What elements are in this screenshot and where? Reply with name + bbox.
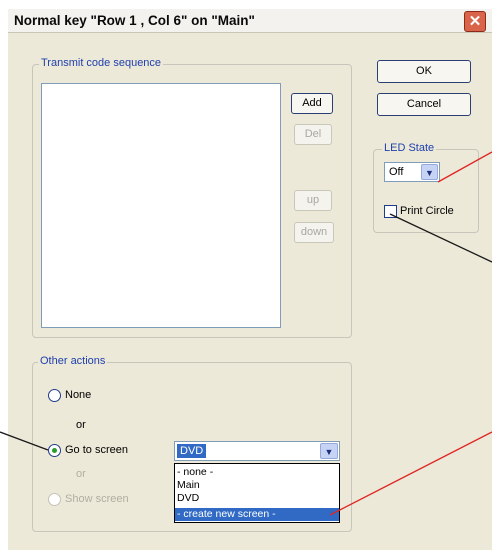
annotation-line-print-circle (389, 213, 492, 263)
annotation-line-led-dropdown (437, 151, 492, 183)
annotation-line-create-new-screen (329, 431, 492, 516)
annotation-line-go-to-screen (0, 431, 49, 451)
annotation-lines (0, 151, 492, 516)
